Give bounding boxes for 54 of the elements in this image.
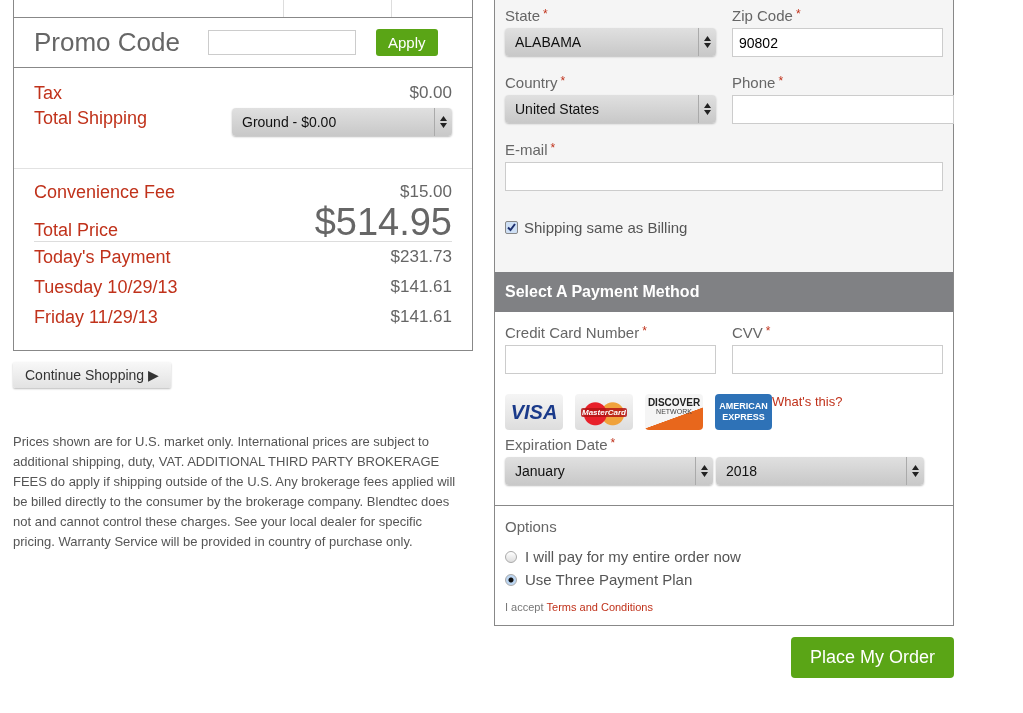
- text-field[interactable]: [732, 345, 943, 374]
- fee-label: Tuesday 10/29/13: [34, 276, 178, 298]
- fee-label: Convenience Fee: [34, 181, 176, 203]
- radio-label: Use Three Payment Plan: [525, 571, 693, 588]
- updown-arrows-icon: [704, 36, 711, 48]
- options-title: Options: [505, 518, 558, 535]
- fee-amount: $514.95: [314, 203, 452, 241]
- field-label: Expiration Date *: [505, 436, 617, 453]
- field-label: CVV *: [732, 324, 772, 341]
- fee-amount: $231.73: [390, 247, 452, 267]
- updown-arrows-icon: [701, 465, 708, 477]
- checkbox-label: Shipping same as Billing: [524, 219, 688, 236]
- field-label: Phone *: [732, 74, 785, 91]
- fee-label: Total Price: [34, 220, 119, 241]
- radio-button[interactable]: [505, 550, 517, 563]
- shipping-select[interactable]: Ground - $0.00: [232, 108, 452, 136]
- text-field[interactable]: [732, 95, 954, 124]
- fee-amount: $141.61: [390, 307, 452, 327]
- field-label: Zip Code *: [732, 7, 802, 24]
- checkbox[interactable]: [505, 221, 518, 234]
- updown-arrows-icon: [440, 116, 447, 128]
- card-logo: MasterCard: [575, 394, 633, 430]
- fee-amount: $141.61: [390, 277, 452, 297]
- fee-amount: $15.00: [400, 182, 452, 202]
- year-dropdown[interactable]: 2018: [716, 457, 924, 485]
- promo-code-label: Promo Code: [34, 27, 181, 58]
- field-label: Country *: [505, 74, 567, 91]
- charge-label: Tax: [34, 82, 62, 104]
- terms-link[interactable]: Terms and Conditions: [546, 601, 653, 613]
- promo-code-field[interactable]: [208, 30, 356, 55]
- updown-arrows-icon: [912, 465, 919, 477]
- text-field[interactable]: [505, 162, 943, 191]
- card-logo: VISA: [505, 394, 563, 430]
- disclaimer-text: Prices shown are for U.S. market only. International prices are subject to additional shipping, duty, VAT. ADDITIONAL THIRD PARTY BROKERAGE FEES do apply if shipping outside of the U.S. Any brokerage fees applied will be billed directly to the consumer by the brokerage company. Blendtec does not and cannot control these charges. See your local dealer for specific pricing. Warranty Service will be provided in country of purchase only.: [13, 433, 457, 551]
- accept-text: I accept: [505, 601, 544, 613]
- fee-label: Today's Payment: [34, 246, 171, 268]
- text-field[interactable]: [505, 345, 716, 374]
- dropdown[interactable]: ALABAMA: [505, 28, 716, 56]
- whats-this-link[interactable]: What's this?: [772, 394, 843, 409]
- field-label: State *: [505, 7, 549, 24]
- card-logo: AMERICAN EXPRESS: [715, 394, 772, 430]
- field-label: E-mail *: [505, 141, 557, 158]
- updown-arrows-icon: [704, 103, 711, 115]
- charge-amount: $0.00: [409, 83, 452, 103]
- text-field[interactable]: 90802: [732, 28, 943, 57]
- radio-label: I will pay for my entire order now: [525, 548, 741, 565]
- month-dropdown[interactable]: January: [505, 457, 713, 485]
- shipping-label: Total Shipping: [34, 108, 148, 129]
- field-label: Credit Card Number *: [505, 324, 648, 341]
- fee-label: Friday 11/29/13: [34, 306, 158, 328]
- dropdown[interactable]: United States: [505, 95, 716, 123]
- continue-shopping-button[interactable]: Continue Shopping ▶: [13, 362, 171, 388]
- radio-button[interactable]: [505, 573, 517, 586]
- section-header: Select A Payment Method: [495, 272, 953, 312]
